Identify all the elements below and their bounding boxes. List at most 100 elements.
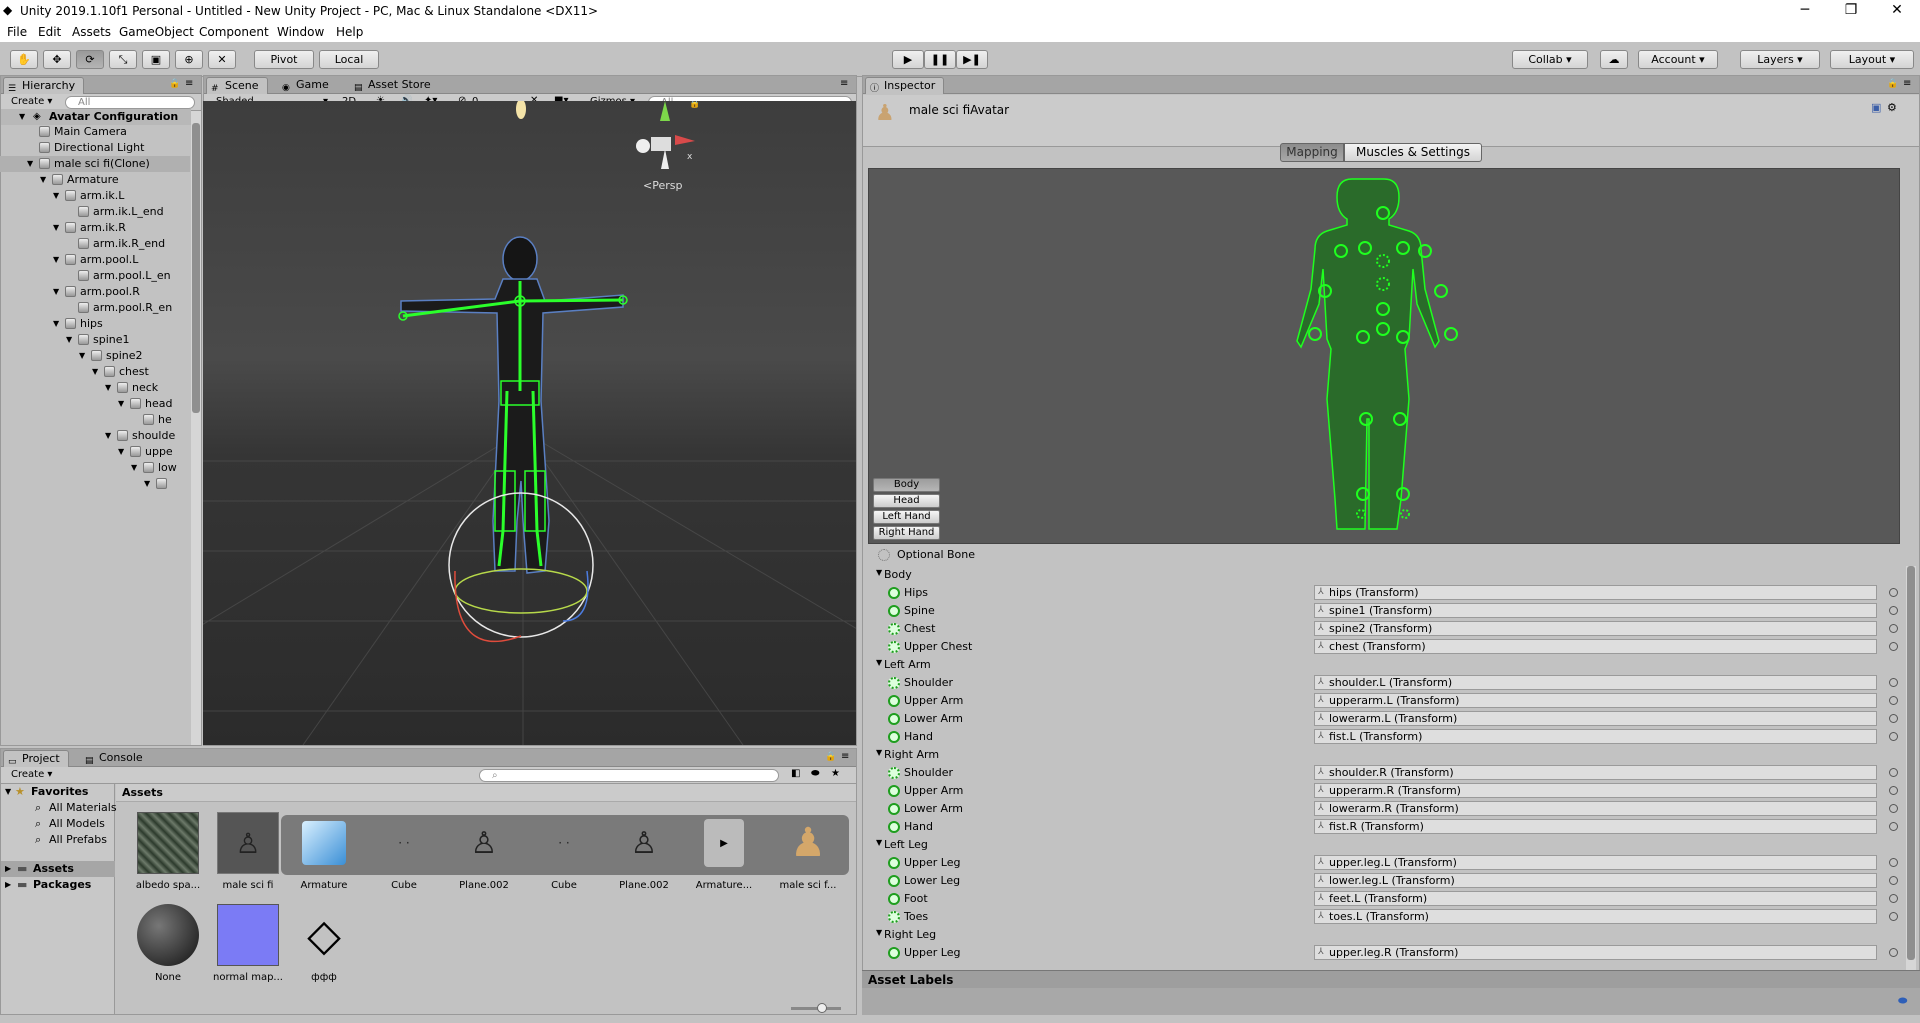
lock-icon[interactable]: 🔒 bbox=[1887, 79, 1898, 89]
asset-item[interactable]: ♙ male sci fi bbox=[208, 812, 288, 891]
asset-item[interactable]: · · Cube bbox=[364, 812, 444, 891]
scale-tool-button[interactable]: ⤡ bbox=[109, 50, 137, 69]
expand-arrow-icon[interactable]: ▼ bbox=[5, 784, 11, 800]
object-picker-icon[interactable] bbox=[1889, 786, 1898, 795]
play-button[interactable]: ▶ bbox=[892, 50, 924, 69]
bone-status-icon[interactable] bbox=[888, 677, 900, 689]
object-picker-icon[interactable] bbox=[1889, 768, 1898, 777]
panel-menu-icon[interactable]: ≡ bbox=[840, 78, 848, 89]
bone-transform-field[interactable]: ⅄ toes.L (Transform) bbox=[1314, 909, 1877, 924]
layers-dropdown[interactable]: Layers ▾ bbox=[1740, 50, 1820, 69]
bone-transform-field[interactable]: ⅄ shoulder.R (Transform) bbox=[1314, 765, 1877, 780]
hand-tool-button[interactable]: ✋ bbox=[10, 50, 38, 69]
bone-transform-field[interactable]: ⅄ hips (Transform) bbox=[1314, 585, 1877, 600]
bone-transform-field[interactable]: ⅄ fist.R (Transform) bbox=[1314, 819, 1877, 834]
hierarchy-item[interactable]: arm.pool.R_en bbox=[0, 300, 190, 316]
bone-status-icon[interactable] bbox=[888, 623, 900, 635]
menu-gameobject[interactable]: GameObject bbox=[119, 25, 194, 39]
bone-status-icon[interactable] bbox=[888, 767, 900, 779]
expand-arrow-icon[interactable]: ▼ bbox=[876, 658, 882, 667]
expand-arrow-icon[interactable]: ▼ bbox=[79, 348, 85, 364]
lock-icon[interactable]: 🔒 bbox=[825, 752, 836, 762]
bone-status-icon[interactable] bbox=[888, 731, 900, 743]
maximize-button[interactable]: ❐ bbox=[1828, 0, 1874, 22]
collab-dropdown[interactable]: Collab ▾ bbox=[1512, 50, 1588, 69]
bone-transform-field[interactable]: ⅄ upperarm.R (Transform) bbox=[1314, 783, 1877, 798]
bone-status-icon[interactable] bbox=[888, 893, 900, 905]
right-hand-view-button[interactable]: Right Hand bbox=[873, 526, 940, 540]
bone-status-icon[interactable] bbox=[888, 713, 900, 725]
custom-tool-button[interactable]: ✕ bbox=[208, 50, 236, 69]
body-view-button[interactable]: Body bbox=[873, 478, 940, 492]
expand-arrow-icon[interactable]: ▼ bbox=[131, 460, 137, 476]
hierarchy-item[interactable]: ▼ shoulde bbox=[0, 428, 190, 444]
expand-arrow-icon[interactable]: ▼ bbox=[66, 332, 72, 348]
bone-transform-field[interactable]: ⅄ fist.L (Transform) bbox=[1314, 729, 1877, 744]
object-picker-icon[interactable] bbox=[1889, 804, 1898, 813]
bone-status-icon[interactable] bbox=[888, 947, 900, 959]
hierarchy-item[interactable]: arm.ik.L_end bbox=[0, 204, 190, 220]
asset-item[interactable]: Armature bbox=[284, 812, 364, 891]
tab-inspector[interactable]: ⓘ Inspector bbox=[865, 77, 945, 94]
gizmo-lock-icon[interactable]: 🔒 bbox=[689, 101, 700, 109]
bone-transform-field[interactable]: ⅄ lower.leg.L (Transform) bbox=[1314, 873, 1877, 888]
object-picker-icon[interactable] bbox=[1889, 642, 1898, 651]
expand-arrow-icon[interactable]: ▼ bbox=[144, 476, 150, 492]
project-search-input[interactable]: ⌕ bbox=[479, 769, 779, 782]
expand-arrow-icon[interactable]: ▶ bbox=[5, 877, 11, 893]
filter-type-icon[interactable]: ◧ bbox=[791, 768, 800, 779]
bone-status-icon[interactable] bbox=[888, 587, 900, 599]
expand-arrow-icon[interactable]: ▼ bbox=[19, 109, 25, 125]
object-picker-icon[interactable] bbox=[1889, 912, 1898, 921]
bone-status-icon[interactable] bbox=[888, 785, 900, 797]
hierarchy-scrollbar[interactable] bbox=[191, 111, 201, 745]
bone-status-icon[interactable] bbox=[888, 875, 900, 887]
expand-arrow-icon[interactable]: ▼ bbox=[105, 428, 111, 444]
bone-transform-field[interactable]: ⅄ lowerarm.R (Transform) bbox=[1314, 801, 1877, 816]
account-dropdown[interactable]: Account ▾ bbox=[1638, 50, 1718, 69]
step-button[interactable]: ▶❚ bbox=[956, 50, 988, 69]
pause-button[interactable]: ❚❚ bbox=[924, 50, 956, 69]
head-view-button[interactable]: Head bbox=[873, 494, 940, 508]
object-picker-icon[interactable] bbox=[1889, 894, 1898, 903]
asset-item[interactable]: None bbox=[128, 904, 208, 983]
menu-window[interactable]: Window bbox=[277, 25, 324, 39]
object-picker-icon[interactable] bbox=[1889, 624, 1898, 633]
object-picker-icon[interactable] bbox=[1889, 732, 1898, 741]
asset-item[interactable]: ♟ male sci f... bbox=[768, 812, 848, 891]
favorites-row[interactable]: ▼ ★ Favorites bbox=[1, 784, 115, 800]
object-picker-icon[interactable] bbox=[1889, 606, 1898, 615]
rect-tool-button[interactable]: ▣ bbox=[142, 50, 170, 69]
bone-status-icon[interactable] bbox=[888, 695, 900, 707]
hierarchy-item[interactable]: ▼ arm.pool.R bbox=[0, 284, 190, 300]
bone-transform-field[interactable]: ⅄ spine2 (Transform) bbox=[1314, 621, 1877, 636]
rotate-gizmo[interactable] bbox=[448, 492, 594, 643]
bone-status-icon[interactable] bbox=[888, 803, 900, 815]
menu-file[interactable]: File bbox=[7, 25, 27, 39]
asset-item[interactable]: normal map... bbox=[208, 904, 288, 983]
bone-transform-field[interactable]: ⅄ spine1 (Transform) bbox=[1314, 603, 1877, 618]
bone-group-header[interactable]: ▼ Left Arm bbox=[868, 656, 1168, 674]
bone-transform-field[interactable]: ⅄ upperarm.L (Transform) bbox=[1314, 693, 1877, 708]
packages-folder-row[interactable]: ▶ ▬ Packages bbox=[1, 877, 115, 893]
cloud-button[interactable]: ☁ bbox=[1600, 50, 1628, 69]
avatar-body-view[interactable] bbox=[868, 168, 1900, 544]
bone-group-header[interactable]: ▼ Body bbox=[868, 566, 1168, 584]
expand-arrow-icon[interactable]: ▼ bbox=[53, 284, 59, 300]
bone-transform-field[interactable]: ⅄ upper.leg.R (Transform) bbox=[1314, 945, 1877, 960]
help-icon[interactable]: ▣ bbox=[1871, 101, 1881, 114]
object-picker-icon[interactable] bbox=[1889, 714, 1898, 723]
minimize-button[interactable]: ─ bbox=[1782, 0, 1828, 22]
tab-hierarchy[interactable]: ☰ Hierarchy bbox=[3, 77, 85, 94]
hierarchy-item[interactable]: Directional Light bbox=[0, 140, 190, 156]
perspective-label[interactable]: <Persp bbox=[643, 179, 682, 192]
expand-arrow-icon[interactable]: ▼ bbox=[118, 396, 124, 412]
object-picker-icon[interactable] bbox=[1889, 588, 1898, 597]
rotate-tool-button[interactable]: ⟳ bbox=[76, 50, 104, 69]
left-hand-view-button[interactable]: Left Hand bbox=[873, 510, 940, 524]
hierarchy-item[interactable]: arm.ik.R_end bbox=[0, 236, 190, 252]
asset-item[interactable]: ♙ Plane.002 bbox=[604, 812, 684, 892]
expand-arrow-icon[interactable]: ▼ bbox=[876, 838, 882, 847]
menu-assets[interactable]: Assets bbox=[72, 25, 111, 39]
scene-root-row[interactable]: ▼ ◈ Avatar Configuration bbox=[1, 109, 191, 125]
